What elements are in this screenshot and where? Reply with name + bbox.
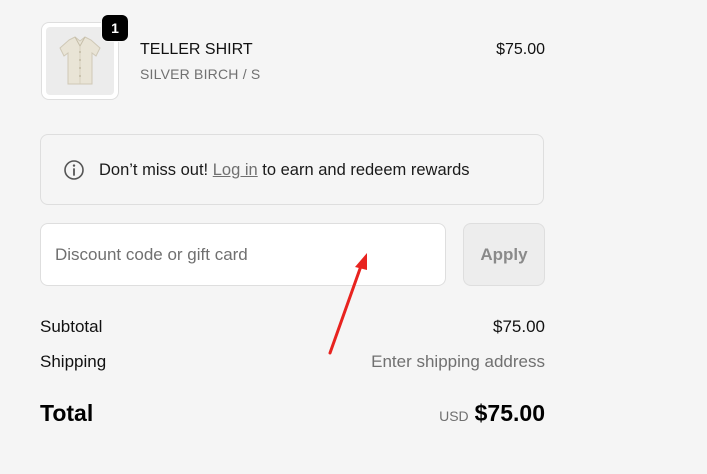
total-label: Total bbox=[40, 400, 94, 426]
info-icon bbox=[64, 160, 84, 180]
total-amount: $75.00 bbox=[474, 400, 545, 426]
login-link[interactable]: Log in bbox=[213, 161, 258, 179]
discount-code-input[interactable] bbox=[40, 223, 446, 286]
product-variant: SILVER BIRCH / S bbox=[140, 66, 261, 82]
product-price: $75.00 bbox=[496, 41, 545, 58]
product-name: TELLER SHIRT bbox=[140, 41, 253, 58]
shipping-value: Enter shipping address bbox=[371, 352, 545, 371]
total-price: USD $75.00 bbox=[439, 400, 545, 427]
apply-button[interactable]: Apply bbox=[463, 223, 545, 286]
subtotal-label: Subtotal bbox=[40, 317, 103, 336]
subtotal-value: $75.00 bbox=[493, 317, 545, 336]
rewards-banner: Don’t miss out! Log in to earn and redee… bbox=[40, 134, 544, 205]
total-currency: USD bbox=[439, 408, 469, 424]
rewards-prefix: Don’t miss out! bbox=[99, 161, 213, 179]
rewards-suffix: to earn and redeem rewards bbox=[257, 161, 470, 179]
quantity-badge: 1 bbox=[101, 14, 129, 42]
shipping-label: Shipping bbox=[40, 352, 107, 371]
rewards-message: Don’t miss out! Log in to earn and redee… bbox=[99, 161, 470, 180]
order-summary: 1 TELLER SHIRT SILVER BIRCH / S $75.00 D… bbox=[0, 0, 707, 474]
